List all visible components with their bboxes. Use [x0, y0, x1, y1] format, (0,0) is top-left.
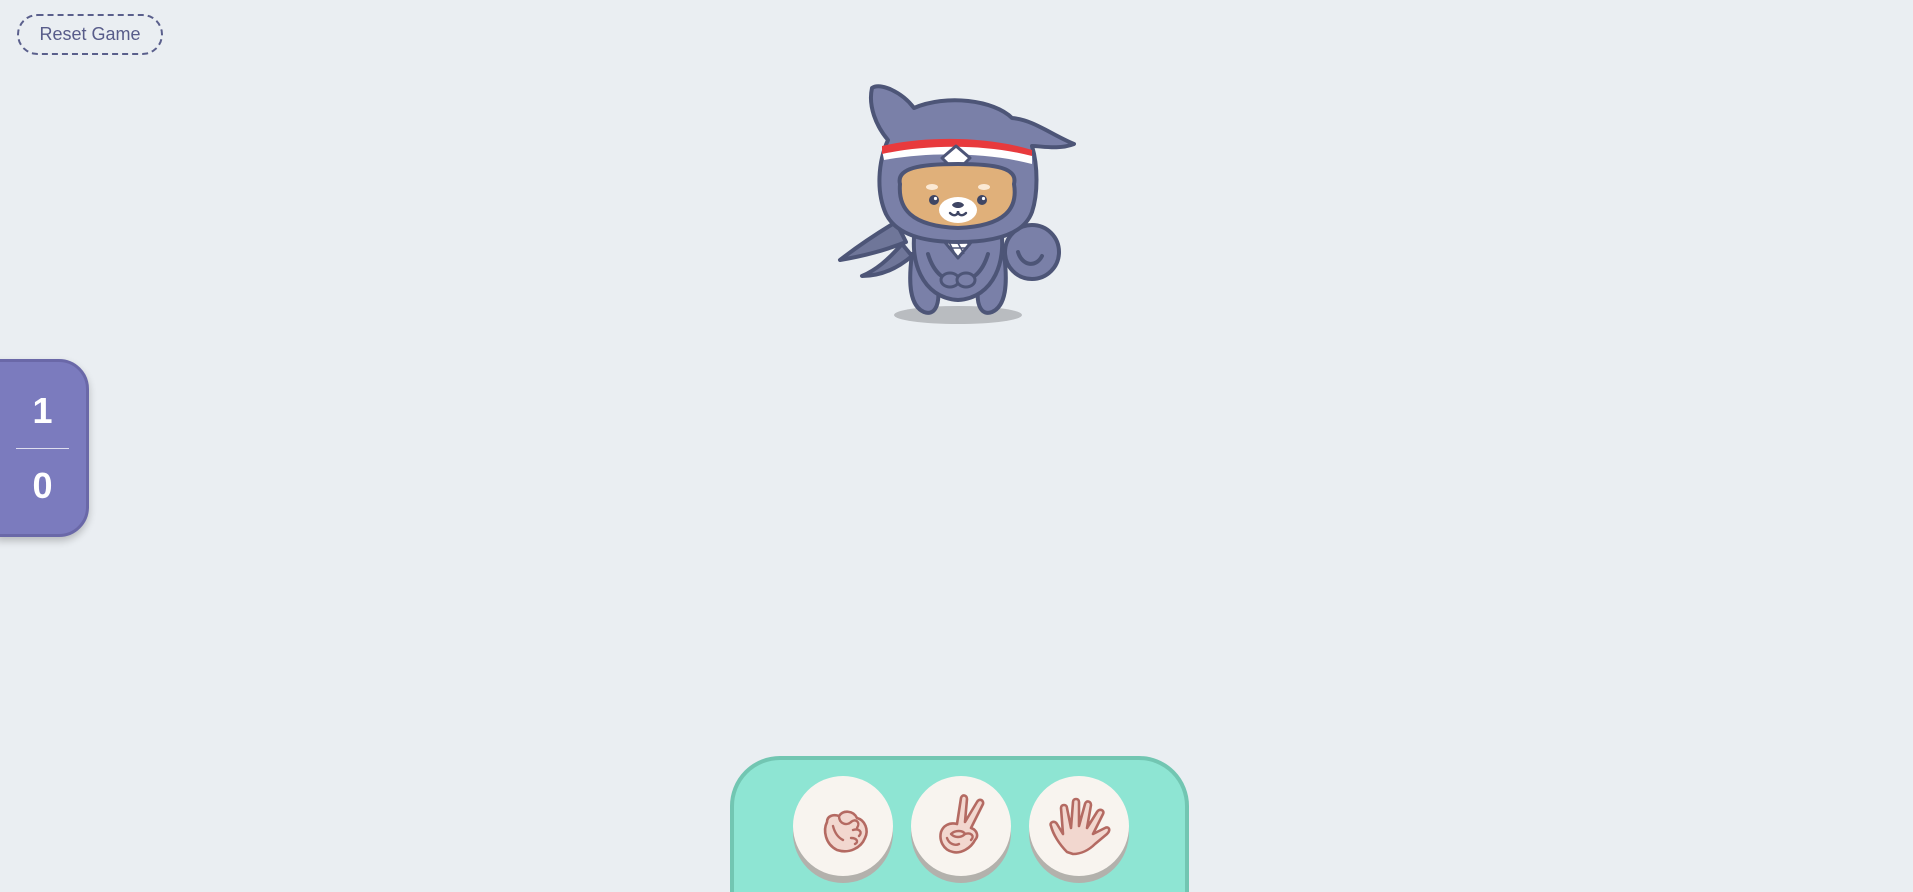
opponent-score: 0 [32, 464, 53, 506]
reset-game-button[interactable]: Reset Game [17, 14, 163, 55]
rock-fist-icon [823, 810, 868, 853]
score-divider [16, 447, 69, 449]
player-score: 1 [32, 389, 53, 431]
game-screen: Reset Game 1 0 [0, 0, 1913, 892]
paper-button[interactable] [1029, 776, 1129, 876]
choices-tray [730, 756, 1189, 892]
scissors-peace-icon [939, 794, 985, 854]
rock-button[interactable] [793, 776, 893, 876]
ninja-shiba-mascot [836, 84, 1076, 328]
paper-open-hand-icon [1049, 797, 1111, 856]
scissors-button[interactable] [911, 776, 1011, 876]
scoreboard: 1 0 [0, 359, 89, 537]
